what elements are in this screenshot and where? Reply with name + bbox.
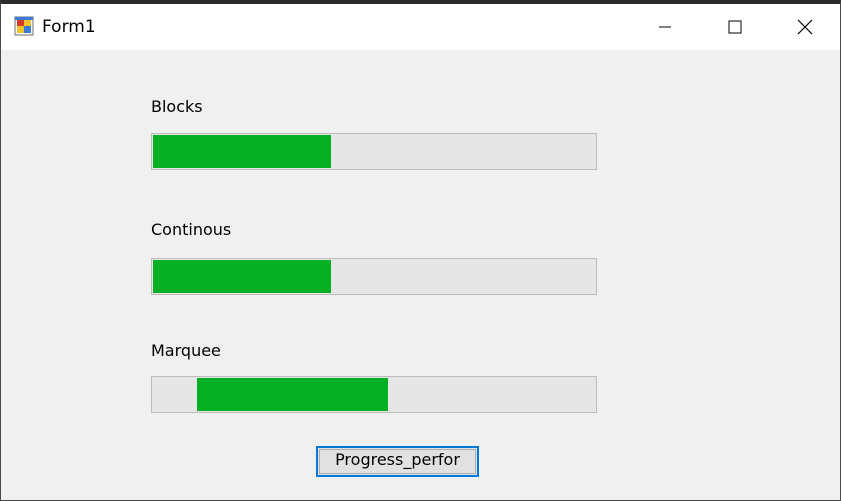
minimize-button[interactable] xyxy=(630,4,700,50)
blocks-progress-bar xyxy=(151,133,597,170)
progress-perform-button-label: Progress_perfor xyxy=(335,450,460,469)
blocks-label: Blocks xyxy=(151,97,203,116)
maximize-button[interactable] xyxy=(700,4,770,50)
form-client-area: Blocks Continous Marquee Progress_perfor xyxy=(1,50,840,500)
continuous-label: Continous xyxy=(151,220,232,239)
continuous-progress-bar xyxy=(151,258,597,295)
maximize-icon xyxy=(728,20,742,34)
marquee-label: Marquee xyxy=(151,341,221,360)
blocks-progress-fill xyxy=(153,135,331,168)
form-app-icon xyxy=(14,16,34,36)
title-bar[interactable]: Form1 xyxy=(1,4,840,50)
window-title: Form1 xyxy=(42,17,96,37)
minimize-icon xyxy=(659,26,671,28)
form-window: Form1 Blocks Continous Marquee Progress_… xyxy=(0,0,841,501)
progress-perform-button[interactable]: Progress_perfor xyxy=(316,446,479,477)
marquee-progress-bar xyxy=(151,376,597,413)
continuous-progress-fill xyxy=(153,260,331,293)
close-button[interactable] xyxy=(770,4,840,50)
close-icon xyxy=(797,19,813,35)
marquee-progress-fill xyxy=(197,378,388,411)
